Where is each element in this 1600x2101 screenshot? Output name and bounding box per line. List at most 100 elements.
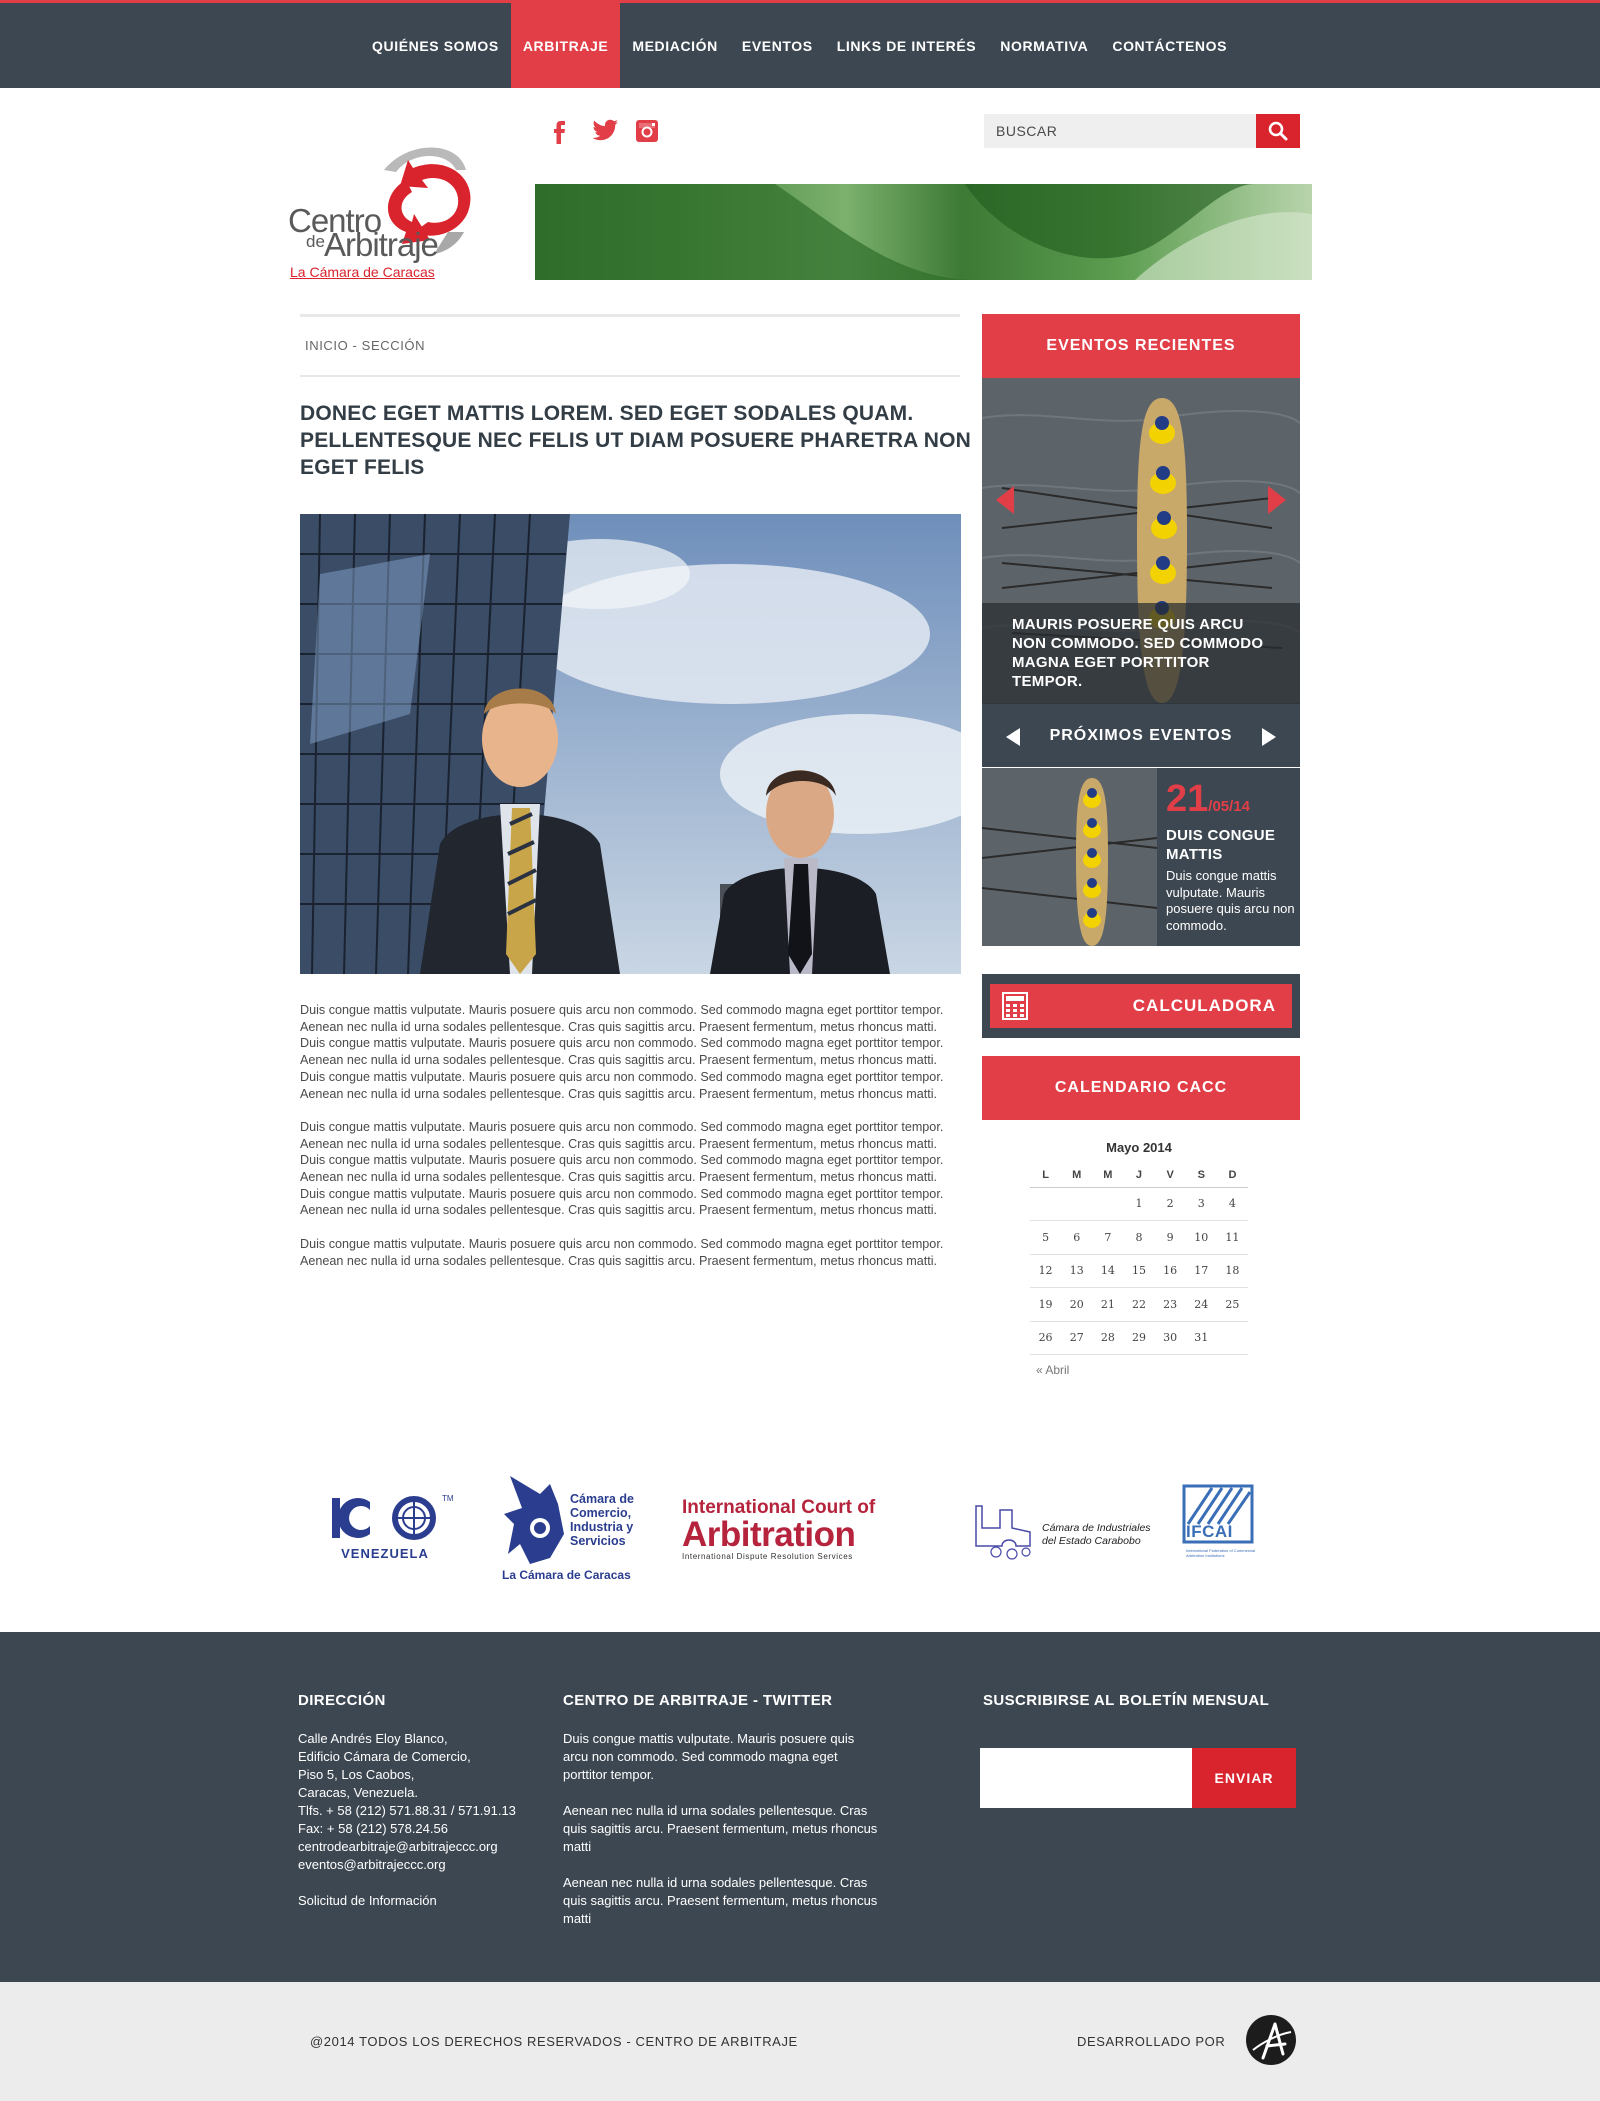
calendar-day[interactable]: 22: [1123, 1287, 1155, 1322]
calendar-day[interactable]: 5: [1030, 1220, 1062, 1255]
nav-menu: QUIÉNES SOMOS ARBITRAJE MEDIACIÓN EVENTO…: [360, 3, 1239, 88]
calendar-day[interactable]: 3: [1185, 1187, 1217, 1221]
calendar-day[interactable]: 1: [1123, 1187, 1155, 1221]
newsletter-send-button[interactable]: ENVIAR: [1192, 1748, 1296, 1808]
calendar-day[interactable]: 8: [1123, 1220, 1155, 1255]
calendar-day[interactable]: 25: [1216, 1287, 1248, 1322]
calendar-day[interactable]: 14: [1092, 1254, 1124, 1288]
icc-venezuela-logo[interactable]: TM VENEZUELA: [330, 1494, 454, 1564]
calendar-day[interactable]: 26: [1030, 1321, 1062, 1355]
upcoming-event-card[interactable]: 21/05/14 DUIS CONGUE MATTIS Duis congue …: [982, 768, 1300, 946]
calendar-day[interactable]: 10: [1185, 1220, 1217, 1255]
calculator-button[interactable]: CALCULADORA: [990, 984, 1292, 1028]
calendar-day[interactable]: 6: [1061, 1220, 1093, 1255]
calendar-day[interactable]: 23: [1154, 1287, 1186, 1322]
camara-industriales-carabobo-logo[interactable]: Cámara de Industriales del Estado Carabo…: [972, 1502, 1152, 1566]
recent-next-arrow-icon[interactable]: [1268, 486, 1286, 514]
international-court-of-arbitration-logo[interactable]: International Court of Arbitration Inter…: [682, 1498, 882, 1568]
calendar-day[interactable]: 28: [1092, 1321, 1124, 1355]
partner-logos: TM VENEZUELA Cámara de Comercio, Industr…: [300, 1468, 1300, 1588]
nav-item-mediacion[interactable]: MEDIACIÓN: [620, 3, 730, 88]
address-email-link[interactable]: centrodearbitraje@arbitrajeccc.org: [298, 1838, 538, 1856]
nav-item-normativa[interactable]: NORMATIVA: [988, 3, 1100, 88]
breadcrumb[interactable]: INICIO - SECCIÓN: [305, 338, 425, 353]
calendar-day[interactable]: 21: [1092, 1287, 1124, 1322]
tweet[interactable]: Aenean nec nulla id urna sodales pellent…: [563, 1802, 883, 1856]
site-logo[interactable]: Centro de Arbitraje La Cámara de Caracas: [288, 140, 500, 285]
breadcrumb-divider-bottom: [300, 375, 960, 377]
calendar-week-row: 12 13 14 15 16 17 18: [1030, 1254, 1248, 1288]
calendar-day[interactable]: 18: [1216, 1254, 1248, 1288]
calendar-day[interactable]: 2: [1154, 1187, 1186, 1221]
developer-logo[interactable]: [1245, 2014, 1297, 2066]
tweet[interactable]: Aenean nec nulla id urna sodales pellent…: [563, 1874, 883, 1928]
article-paragraph: Duis congue mattis vulputate. Mauris pos…: [300, 1153, 944, 1218]
nav-item-eventos[interactable]: EVENTOS: [730, 3, 825, 88]
header-banner-image: [535, 184, 1312, 280]
nav-item-quienes-somos[interactable]: QUIÉNES SOMOS: [360, 3, 511, 88]
recent-event-image[interactable]: MAURIS POSUERE QUIS ARCU NON COMMODO. SE…: [982, 378, 1300, 703]
upcoming-events-header: PRÓXIMOS EVENTOS: [982, 703, 1300, 767]
address-email-link[interactable]: eventos@arbitrajeccc.org: [298, 1856, 538, 1874]
camara-line4: Servicios: [570, 1534, 626, 1548]
court-line2: Arbitration: [682, 1515, 856, 1554]
nav-item-arbitraje[interactable]: ARBITRAJE: [510, 3, 621, 88]
top-navigation: QUIÉNES SOMOS ARBITRAJE MEDIACIÓN EVENTO…: [0, 0, 1600, 88]
calendar-day[interactable]: 12: [1030, 1254, 1062, 1288]
calendar-weekday: M: [1061, 1163, 1093, 1188]
camara-line2: Comercio,: [570, 1506, 632, 1520]
search-box: [984, 114, 1300, 148]
facebook-icon[interactable]: [546, 118, 572, 144]
upcoming-event-description: Duis congue mattis vulputate. Mauris pos…: [1166, 868, 1295, 933]
calendar-weekday: L: [1030, 1163, 1062, 1188]
carabobo-line1: Cámara de Industriales: [1042, 1522, 1151, 1534]
instagram-icon[interactable]: [634, 118, 660, 144]
address-line: Caracas, Venezuela.: [298, 1785, 418, 1800]
recent-events-header: EVENTOS RECIENTES: [982, 314, 1300, 378]
calendar-day[interactable]: 24: [1185, 1287, 1217, 1322]
newsletter-email-input[interactable]: [980, 1748, 1192, 1808]
newsletter-form: ENVIAR: [980, 1748, 1296, 1808]
calendar-day[interactable]: 13: [1061, 1254, 1093, 1288]
calendar-caption: Mayo 2014: [1106, 1140, 1172, 1155]
breadcrumb-divider-top: [300, 314, 960, 317]
nav-item-contactenos[interactable]: CONTÁCTENOS: [1100, 3, 1239, 88]
calendar-widget: Mayo 2014 L M M J V S D 1 2 3 4 5 6 7 8 9 10 11 12 1…: [1030, 1140, 1248, 1377]
calendar-day[interactable]: 4: [1216, 1187, 1248, 1221]
calendar-day[interactable]: 9: [1154, 1220, 1186, 1255]
ifcai-logo[interactable]: IFCAI International Federation of Commer…: [1182, 1484, 1262, 1572]
calendar-day[interactable]: 29: [1123, 1321, 1155, 1355]
upcoming-prev-arrow-icon[interactable]: [1006, 728, 1020, 746]
upcoming-next-arrow-icon[interactable]: [1262, 728, 1276, 746]
calendar-day[interactable]: 31: [1185, 1321, 1217, 1355]
address-line: Piso 5, Los Caobos,: [298, 1767, 415, 1782]
article-paragraph: Duis congue mattis vulputate. Mauris pos…: [300, 1003, 944, 1101]
calendar-table: L M M J V S D 1 2 3 4 5 6 7 8 9 10 11 12 13 14 15 16 17 1…: [1030, 1163, 1248, 1355]
calendar-day[interactable]: 19: [1030, 1287, 1062, 1322]
tweet[interactable]: Duis congue mattis vulputate. Mauris pos…: [563, 1730, 883, 1784]
address-phone: Tlfs. + 58 (212) 571.88.31 / 571.91.13: [298, 1803, 516, 1818]
calendar-day[interactable]: 30: [1154, 1321, 1186, 1355]
nav-item-links-de-interes[interactable]: LINKS DE INTERÉS: [825, 3, 989, 88]
calendar-day[interactable]: 11: [1216, 1220, 1248, 1255]
calendar-prev-month-link[interactable]: « Abril: [1036, 1363, 1248, 1377]
calendar-weekday: V: [1154, 1163, 1186, 1188]
camara-de-comercio-logo[interactable]: Cámara de Comercio, Industria y Servicio…: [500, 1474, 650, 1584]
twitter-icon[interactable]: [590, 118, 618, 144]
calendar-day[interactable]: 15: [1123, 1254, 1155, 1288]
calendar-day[interactable]: 20: [1061, 1287, 1093, 1322]
info-request-link[interactable]: Solicitud de Información: [298, 1892, 538, 1910]
calendar-day[interactable]: 17: [1185, 1254, 1217, 1288]
logo-text-camara: La Cámara de Caracas: [290, 264, 435, 280]
calendar-day[interactable]: 27: [1061, 1321, 1093, 1355]
search-input[interactable]: [984, 114, 1256, 148]
upcoming-event-day: 21: [1166, 778, 1209, 820]
recent-event-caption[interactable]: MAURIS POSUERE QUIS ARCU NON COMMODO. SE…: [982, 603, 1300, 703]
upcoming-event-name: DUIS CONGUE MATTIS: [1166, 827, 1276, 863]
calendar-weekday: J: [1123, 1163, 1155, 1188]
calendar-header: CALENDARIO CACC: [982, 1056, 1300, 1120]
search-button[interactable]: [1256, 114, 1300, 148]
calendar-day[interactable]: 16: [1154, 1254, 1186, 1288]
calendar-day[interactable]: 7: [1092, 1220, 1124, 1255]
recent-prev-arrow-icon[interactable]: [996, 486, 1014, 514]
